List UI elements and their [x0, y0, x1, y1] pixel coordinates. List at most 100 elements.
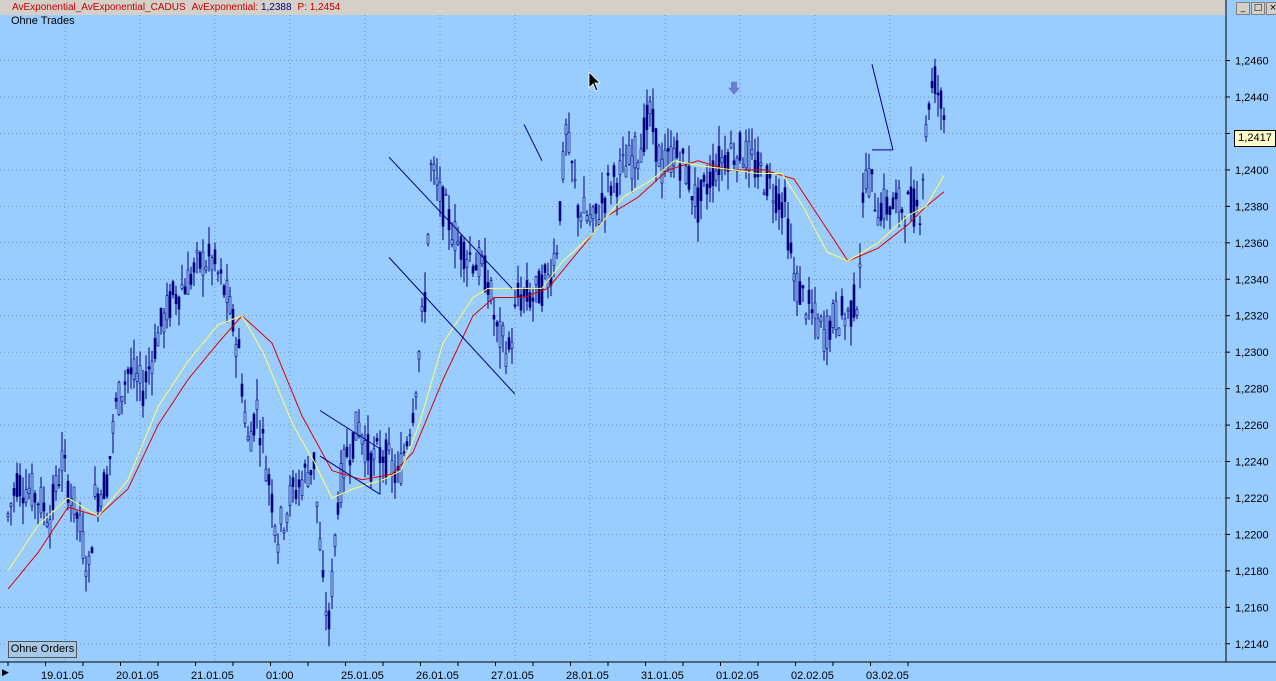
- maximize-icon[interactable]: □: [1251, 2, 1265, 15]
- candle-body: [513, 304, 517, 307]
- candle-body: [753, 159, 757, 178]
- time-tick-label: 28.01.05: [566, 670, 609, 681]
- candle-body: [603, 197, 607, 214]
- candle-body: [474, 264, 478, 271]
- candle-body: [39, 486, 43, 514]
- candle-body: [729, 143, 733, 149]
- scroll-right-icon[interactable]: ▶: [2, 667, 9, 678]
- candle-body: [384, 439, 388, 479]
- candle-body: [192, 262, 196, 273]
- candle-body: [357, 422, 361, 437]
- candle-body: [354, 411, 358, 441]
- candle-body: [171, 281, 175, 296]
- candle-body: [336, 502, 340, 515]
- candle-body: [894, 192, 898, 200]
- candle-body: [837, 327, 841, 336]
- candle-body: [456, 241, 460, 245]
- candle-body: [786, 218, 790, 251]
- candle-body: [285, 513, 289, 523]
- time-tick-label: 25.01.05: [341, 670, 384, 681]
- candle-body: [543, 264, 547, 273]
- candle-body: [9, 503, 13, 507]
- candle-body: [177, 296, 181, 310]
- candle-body: [870, 169, 874, 175]
- minimize-icon[interactable]: _: [1236, 2, 1250, 15]
- price-tick-label: 1,2160: [1235, 602, 1269, 614]
- price-tick-label: 1,2260: [1235, 420, 1269, 432]
- candle-body: [114, 397, 118, 402]
- orders-button[interactable]: Ohne Orders: [8, 641, 77, 658]
- candle-body: [711, 160, 715, 186]
- candle-body: [33, 493, 37, 503]
- candle-body: [234, 344, 238, 357]
- candle-body: [324, 611, 328, 616]
- candle-body: [156, 332, 160, 347]
- candle-body: [432, 163, 436, 171]
- candle-body: [516, 282, 520, 298]
- candle-body: [921, 178, 925, 181]
- candle-body: [930, 81, 934, 89]
- candle-body: [834, 300, 838, 330]
- candle-body: [861, 192, 865, 203]
- time-tick-label: 26.01.05: [416, 670, 459, 681]
- candle-body: [597, 219, 601, 225]
- candle-body: [465, 259, 469, 268]
- candle-body: [927, 103, 931, 110]
- candle-body: [759, 162, 763, 166]
- candle-body: [915, 199, 919, 207]
- candle-body: [198, 252, 202, 269]
- candle-body: [495, 321, 499, 327]
- time-tick-label: 03.02.05: [866, 670, 909, 681]
- candle-body: [555, 252, 559, 255]
- candle-body: [624, 165, 628, 178]
- candle-body: [885, 196, 889, 215]
- candle-body: [825, 315, 829, 349]
- candle-body: [267, 474, 271, 486]
- candle-body: [369, 453, 373, 482]
- candle-body: [900, 209, 904, 213]
- candle-body: [180, 284, 184, 289]
- chart-window: 1,24601,24401,24201,24001,23801,23601,23…: [0, 0, 1276, 681]
- candle-body: [18, 475, 22, 497]
- candle-body: [213, 249, 217, 265]
- candle-body: [207, 243, 211, 257]
- close-icon[interactable]: ×: [1266, 2, 1276, 15]
- candle-body: [735, 157, 739, 172]
- candle-body: [27, 487, 31, 494]
- title-indicator-label: AvExponential:: [191, 2, 259, 13]
- price-tick-label: 1,2360: [1235, 238, 1269, 250]
- candle-body: [726, 152, 730, 172]
- candle-body: [888, 206, 892, 215]
- candle-body: [687, 165, 691, 190]
- candle-body: [879, 202, 883, 221]
- price-tick-label: 1,2440: [1235, 92, 1269, 104]
- candle-body: [402, 451, 406, 454]
- candle-body: [696, 187, 700, 223]
- candle-body: [30, 472, 34, 507]
- candle-body: [120, 396, 124, 402]
- candle-body: [936, 92, 940, 96]
- candle-body: [222, 285, 226, 296]
- candle-body: [633, 136, 637, 169]
- candle-body: [297, 479, 301, 488]
- candle-body: [117, 382, 121, 415]
- title-p-label: P:: [297, 2, 307, 13]
- candle-body: [609, 185, 613, 196]
- candle-body: [891, 197, 895, 210]
- candle-body: [681, 148, 685, 154]
- candle-body: [483, 255, 487, 292]
- candle-body: [498, 320, 502, 348]
- candle-body: [249, 431, 253, 452]
- candle-body: [210, 257, 214, 271]
- price-tick-label: 1,2400: [1235, 165, 1269, 177]
- candle-body: [408, 434, 412, 437]
- candle-body: [792, 273, 796, 282]
- candle-body: [777, 193, 781, 210]
- candle-body: [246, 436, 250, 441]
- candle-body: [204, 266, 208, 271]
- candle-body: [195, 250, 199, 254]
- candle-body: [708, 171, 712, 189]
- time-tick-label: 01.02.05: [716, 670, 759, 681]
- candle-body: [561, 151, 565, 180]
- candle-body: [315, 501, 319, 507]
